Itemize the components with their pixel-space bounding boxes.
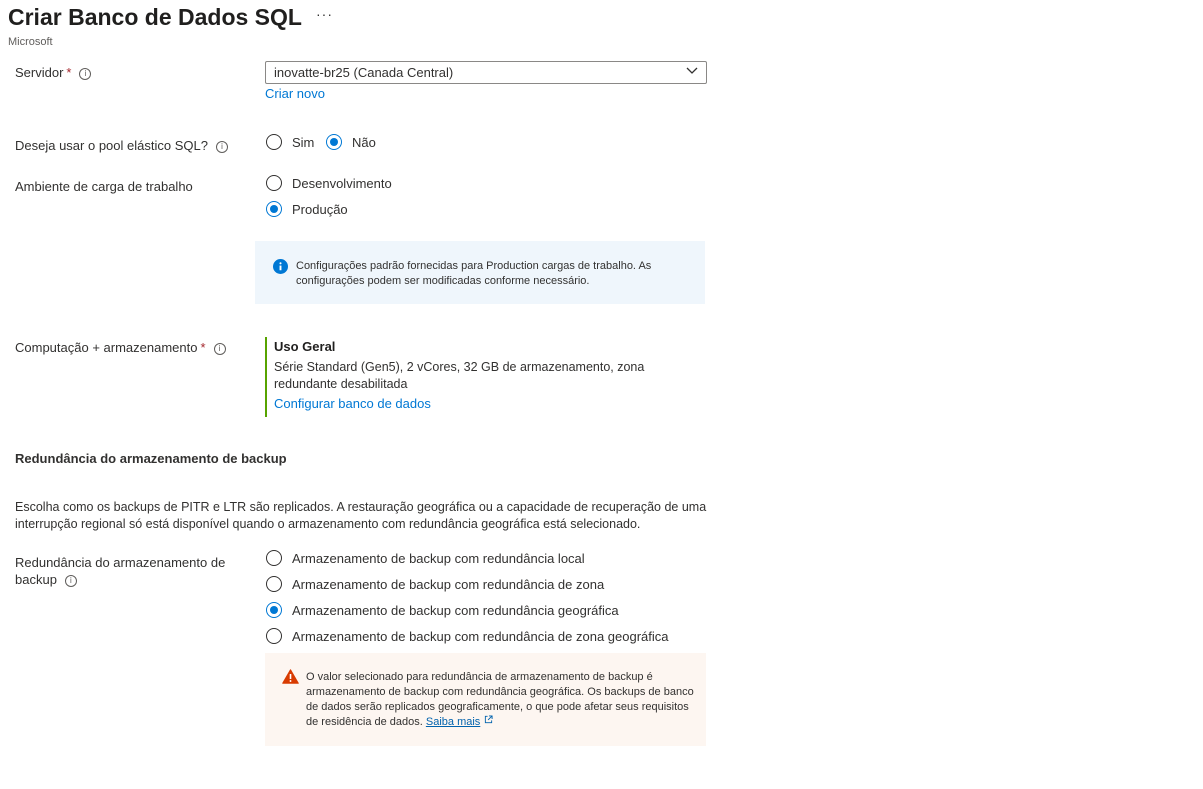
radio-backup-zone[interactable]: Armazenamento de backup com redundância …	[266, 576, 604, 592]
radio-button[interactable]	[266, 576, 282, 592]
radio-button[interactable]	[266, 628, 282, 644]
radio-backup-local[interactable]: Armazenamento de backup com redundância …	[266, 550, 585, 566]
radio-label: Desenvolvimento	[292, 175, 392, 191]
radio-label: Sim	[292, 134, 315, 150]
chevron-down-icon	[686, 67, 698, 74]
radio-label: Armazenamento de backup com redundância …	[292, 602, 619, 618]
radio-button[interactable]	[266, 602, 282, 618]
radio-button[interactable]	[266, 201, 282, 217]
compute-label-row: Computação + armazenamento * i	[15, 340, 226, 355]
server-dropdown[interactable]: inovatte-br25 (Canada Central)	[265, 61, 707, 84]
radio-workload-development[interactable]: Desenvolvimento	[266, 175, 392, 191]
info-icon[interactable]: i	[79, 67, 92, 80]
learn-more-label: Saiba mais	[425, 716, 481, 728]
compute-description: Série Standard (Gen5), 2 vCores, 32 GB d…	[274, 360, 645, 391]
info-icon[interactable]: i	[215, 140, 228, 153]
radio-button[interactable]	[266, 550, 282, 566]
backup-redundancy-label-line2: backup	[15, 572, 57, 587]
server-dropdown-value: inovatte-br25 (Canada Central)	[274, 65, 454, 80]
radio-label: Não	[352, 134, 376, 150]
warning-message-bar: O valor selecionado para redundância de …	[265, 653, 706, 746]
warning-message: O valor selecionado para redundância de …	[306, 670, 701, 730]
backup-description: Escolha como os backups de PITR e LTR sã…	[15, 500, 707, 531]
required-marker: *	[66, 65, 72, 80]
radio-label: Produção	[292, 201, 348, 217]
more-options-button[interactable]: ···	[316, 6, 333, 22]
info-message-bar: Configurações padrão fornecidas para Pro…	[255, 241, 705, 304]
warning-icon	[282, 669, 299, 684]
radio-label: Armazenamento de backup com redundância …	[292, 628, 669, 644]
radio-label: Armazenamento de backup com redundância …	[292, 550, 585, 566]
workload-label: Ambiente de carga de trabalho	[15, 179, 193, 194]
compute-tier: Uso Geral	[274, 339, 336, 354]
info-message-text: Configurações padrão fornecidas para Pro…	[296, 260, 652, 287]
page-title: Criar Banco de Dados SQL	[8, 4, 302, 30]
info-circle-icon	[273, 259, 288, 274]
radio-button[interactable]	[266, 175, 282, 191]
warning-text: O valor selecionado para redundância de …	[306, 671, 694, 728]
backup-redundancy-label-row: Redundância do armazenamento de backup i	[15, 554, 225, 588]
info-icon[interactable]: i	[213, 342, 226, 355]
external-link-icon	[485, 715, 493, 724]
create-new-server-link[interactable]: Criar novo	[265, 86, 325, 101]
elastic-pool-label-row: Deseja usar o pool elástico SQL? i	[15, 138, 228, 153]
server-label-row: Servidor * i	[15, 65, 92, 80]
elastic-pool-label: Deseja usar o pool elástico SQL?	[15, 138, 208, 153]
learn-more-link[interactable]: Saiba mais	[426, 716, 480, 728]
page-subtitle: Microsoft	[8, 36, 53, 48]
radio-elastic-pool-no[interactable]: Não	[326, 134, 376, 150]
radio-workload-production[interactable]: Produção	[266, 201, 348, 217]
server-label: Servidor	[15, 65, 64, 80]
radio-elastic-pool-yes[interactable]: Sim	[266, 134, 314, 150]
required-marker: *	[200, 340, 206, 355]
radio-backup-geo-zone[interactable]: Armazenamento de backup com redundância …	[266, 628, 669, 644]
info-icon[interactable]: i	[64, 574, 77, 587]
compute-label: Computação + armazenamento	[15, 340, 198, 355]
radio-button[interactable]	[266, 134, 282, 150]
radio-button[interactable]	[326, 134, 342, 150]
configure-database-link[interactable]: Configurar banco de dados	[274, 396, 431, 411]
radio-backup-geo[interactable]: Armazenamento de backup com redundância …	[266, 602, 619, 618]
radio-label: Armazenamento de backup com redundância …	[292, 576, 605, 592]
compute-summary: Uso Geral Série Standard (Gen5), 2 vCore…	[265, 337, 697, 417]
backup-section-title: Redundância do armazenamento de backup	[15, 451, 287, 466]
backup-redundancy-label-line1: Redundância do armazenamento de	[15, 555, 226, 570]
